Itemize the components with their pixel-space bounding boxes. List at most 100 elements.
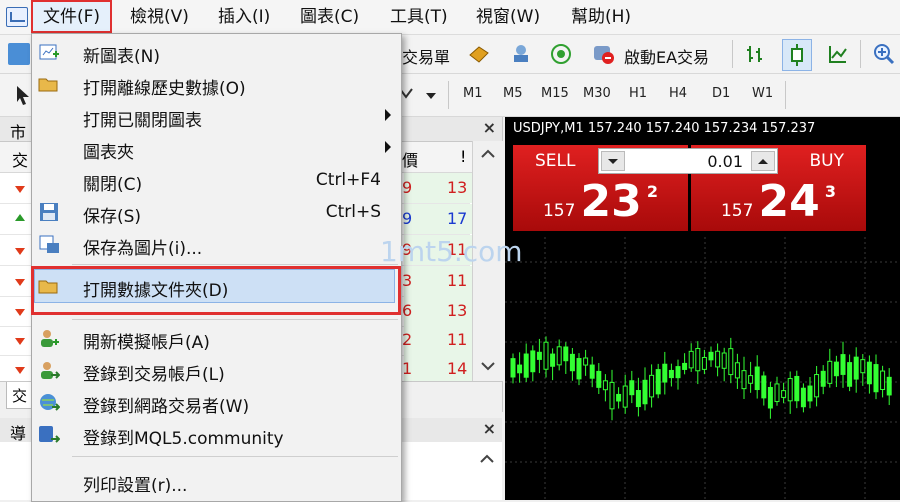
close-icon[interactable]: × xyxy=(483,118,496,137)
candle-body xyxy=(609,381,615,410)
candle-body xyxy=(569,353,575,372)
timeframe-w1[interactable]: W1 xyxy=(752,86,773,101)
menu-item-print-setup[interactable]: 列印設置(r)... xyxy=(32,465,401,497)
lot-value[interactable]: 0.01 xyxy=(707,152,743,171)
candle-body xyxy=(629,380,635,396)
chart-window[interactable]: USDJPY,M1 157.240 157.240 157.234 157.23… xyxy=(505,117,900,500)
ea-icon[interactable] xyxy=(591,41,614,64)
spread-value: 17 xyxy=(447,209,468,228)
menu-chart[interactable]: 圖表(C) xyxy=(300,0,359,34)
save-picture-icon xyxy=(39,235,59,253)
bid-value: 9 xyxy=(402,178,413,197)
timeframe-h4[interactable]: H4 xyxy=(669,86,687,101)
toolbar-separator xyxy=(860,40,861,68)
candle-body xyxy=(556,346,562,366)
navigator-title: 導 xyxy=(10,424,27,443)
timeframe-m5[interactable]: M5 xyxy=(503,86,523,101)
candle-body xyxy=(536,351,542,360)
chevron-up-icon[interactable] xyxy=(480,454,494,464)
timeframe-m1[interactable]: M1 xyxy=(463,86,483,101)
menu-item-profiles[interactable]: 圖表夾 xyxy=(32,132,401,164)
menu-item-save[interactable]: 保存(S) Ctrl+S xyxy=(32,196,401,228)
menu-item-open-demo-account[interactable]: 開新模擬帳戶(A) xyxy=(32,322,401,354)
lot-decrease-button[interactable] xyxy=(601,151,625,171)
candle-body xyxy=(602,380,608,391)
candle-body xyxy=(794,375,800,402)
menu-view[interactable]: 檢視(V) xyxy=(130,0,189,34)
candle-body xyxy=(576,358,582,380)
folder-open-icon xyxy=(38,78,58,92)
signals-icon[interactable] xyxy=(510,42,532,64)
column-bid[interactable]: 價 xyxy=(402,147,418,171)
menu-item-save-as-picture[interactable]: 保存為圖片(i)... xyxy=(32,228,401,260)
user-login-icon xyxy=(41,362,60,379)
menu-window[interactable]: 視窗(W) xyxy=(476,0,540,34)
candle-body xyxy=(682,362,688,370)
menu-insert[interactable]: 插入(I) xyxy=(218,0,270,34)
spread-value: 13 xyxy=(447,178,468,197)
candle-body xyxy=(741,370,747,390)
new-order-button[interactable]: 交易單 xyxy=(402,44,450,68)
candle-body xyxy=(635,390,641,408)
timeframe-h1[interactable]: H1 xyxy=(629,86,647,101)
buy-price-small: 157 xyxy=(720,201,754,221)
menu-item-close[interactable]: 關閉(C) Ctrl+F4 xyxy=(32,164,401,196)
bid-value: 9 xyxy=(402,209,413,228)
candlestick-icon[interactable] xyxy=(782,39,812,71)
spread-value: 13 xyxy=(447,301,468,320)
menu-item-login-mql5[interactable]: 登錄到MQL5.community xyxy=(32,418,401,450)
toolbar-separator xyxy=(448,81,449,109)
candle-body xyxy=(781,390,787,398)
lot-increase-button[interactable] xyxy=(751,151,775,171)
candle-body xyxy=(761,375,767,399)
menu-tools[interactable]: 工具(T) xyxy=(390,0,448,34)
line-chart-icon[interactable] xyxy=(827,43,849,65)
candle-body xyxy=(734,362,740,379)
arrow-down-icon xyxy=(15,338,25,345)
menu-file[interactable]: 文件(F) xyxy=(43,0,100,34)
tab-symbols[interactable]: 交 xyxy=(6,382,34,409)
timeframe-m15[interactable]: M15 xyxy=(541,86,569,101)
menu-item-open-offline[interactable]: 打開離線歷史數據(O) xyxy=(32,68,401,100)
bar-chart-icon[interactable] xyxy=(745,43,767,65)
candle-body xyxy=(530,350,536,373)
timeframe-d1[interactable]: D1 xyxy=(712,86,730,101)
menu-separator xyxy=(72,456,398,457)
bid-value: 6 xyxy=(402,301,413,320)
autotrading-button[interactable]: 啟動EA交易 xyxy=(624,44,709,68)
timeframe-m30[interactable]: M30 xyxy=(583,86,611,101)
submenu-arrow-icon xyxy=(385,141,391,153)
market-icon[interactable] xyxy=(468,43,490,65)
one-click-trading-panel: SELL 157 23 2 BUY 157 24 3 0.01 xyxy=(513,145,867,231)
chevron-up-icon[interactable] xyxy=(481,149,495,159)
new-chart-icon xyxy=(39,44,59,60)
column-symbol[interactable]: 交 xyxy=(12,147,28,171)
close-icon[interactable]: × xyxy=(483,419,496,438)
submenu-arrow-icon xyxy=(385,109,391,121)
candle-body xyxy=(873,364,879,393)
column-spread[interactable]: ! xyxy=(460,147,466,166)
menu-item-login-trade-account[interactable]: 登錄到交易帳戶(L) xyxy=(32,354,401,386)
open-data-folder-highlight-box xyxy=(31,266,401,315)
menu-item-open-closed-chart[interactable]: 打開已關閉圖表 xyxy=(32,100,401,132)
chevron-down-icon[interactable] xyxy=(481,361,495,371)
candle-body xyxy=(860,359,866,374)
menu-item-new-chart[interactable]: 新圖表(N) xyxy=(32,36,401,68)
sell-price-sup: 2 xyxy=(646,182,658,201)
menu-help[interactable]: 幫助(H) xyxy=(571,0,631,34)
spread-value: 11 xyxy=(447,271,468,290)
new-chart-icon[interactable] xyxy=(8,43,30,65)
menu-item-login-web-trader[interactable]: 登錄到網路交易者(W) xyxy=(32,386,401,418)
toolbar-separator xyxy=(732,40,733,68)
candle-body xyxy=(543,341,549,370)
toolbar-separator xyxy=(785,81,786,109)
candle-body xyxy=(701,356,707,370)
menu-separator xyxy=(72,319,398,320)
zoom-in-icon[interactable] xyxy=(872,42,895,65)
candle-body xyxy=(847,362,853,387)
candle-body xyxy=(866,361,872,385)
app-icon[interactable] xyxy=(6,7,28,27)
lot-size-input[interactable]: 0.01 xyxy=(598,148,778,174)
radio-icon[interactable] xyxy=(550,43,572,65)
candle-body xyxy=(675,366,681,379)
